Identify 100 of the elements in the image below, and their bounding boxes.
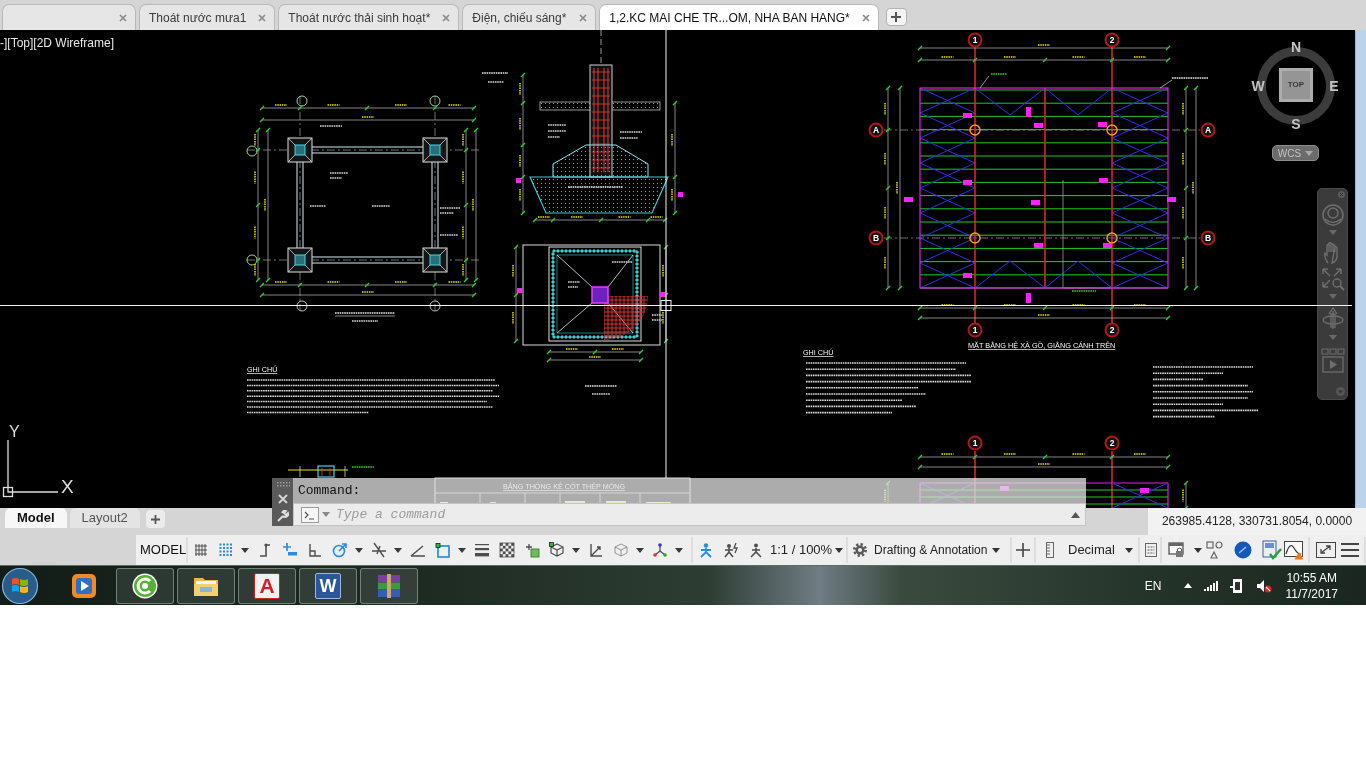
gear-icon[interactable] [852, 542, 868, 558]
grid-icon[interactable] [192, 542, 209, 558]
caret-icon[interactable] [636, 547, 644, 553]
compass-direction[interactable]: W [1251, 79, 1265, 93]
clock-date[interactable]: 11/7/2017 [1285, 585, 1338, 602]
document-tab[interactable]: Điện, chiếu sáng* [462, 4, 597, 30]
viewport-controls[interactable]: -][Top][2D Wireframe] [0, 36, 115, 50]
grip-icon[interactable] [275, 481, 290, 487]
taskbar-button[interactable]: W [299, 567, 357, 604]
figure-bolt-icon[interactable] [722, 542, 739, 558]
axis-label: Y [9, 424, 20, 440]
square-corner-icon[interactable] [434, 542, 451, 558]
caret-icon[interactable] [1124, 547, 1133, 553]
axes-arrow-icon[interactable] [587, 542, 604, 558]
caret-icon[interactable] [1194, 547, 1202, 553]
taskbar-button[interactable] [177, 567, 235, 604]
new-tab-button[interactable] [885, 8, 907, 26]
ucs-axes-icon [2, 438, 60, 500]
taskbar-button[interactable] [360, 567, 418, 604]
clock-time[interactable]: 10:55 AM [1286, 569, 1338, 586]
command-line-field[interactable]: Type a command [293, 503, 1086, 526]
plus-icon[interactable] [1015, 542, 1031, 558]
caret-icon[interactable] [572, 547, 580, 553]
document-tab[interactable]: 1,2.KC MAI CHE TR...OM, NHA BAN HANG* [599, 4, 879, 30]
app-logo: W [315, 572, 341, 599]
list-document-icon[interactable] [1145, 543, 1157, 557]
lineweight-icon[interactable] [473, 542, 490, 558]
workspace-dropdown[interactable]: Drafting & Annotation [874, 541, 1001, 559]
compass-direction[interactable]: N [1290, 40, 1302, 54]
units-dropdown[interactable]: Decimal [1068, 540, 1133, 560]
caret-icon[interactable] [675, 547, 683, 553]
speaker-muted-icon[interactable] [1255, 578, 1272, 593]
plus-bar-icon[interactable] [281, 542, 298, 558]
lock-window-icon[interactable] [1168, 541, 1186, 559]
grid-bubble: 1 [967, 322, 983, 338]
grid-bubble: 1 [967, 32, 983, 48]
ruler-icon[interactable] [1045, 542, 1055, 558]
axis-label: X [61, 477, 74, 496]
close-icon[interactable] [442, 13, 451, 22]
wrench-icon[interactable] [276, 510, 289, 522]
caret-up-icon[interactable] [1183, 583, 1192, 588]
layout-tab[interactable]: Model [5, 508, 67, 528]
play-tile-icon [70, 571, 98, 600]
app-logo: A [254, 572, 280, 599]
plus-icon [150, 514, 160, 524]
layout-tab[interactable]: Layout2 [69, 508, 140, 528]
grid-bubble: 2 [1104, 32, 1120, 48]
grid-bubble: A [868, 122, 884, 138]
grid-bubble: 2 [1104, 435, 1120, 451]
orbit-arrow-icon[interactable] [1320, 305, 1345, 331]
new-layout-button[interactable] [145, 510, 165, 528]
dot-grid-icon[interactable] [217, 542, 234, 558]
fullscreen-icon[interactable] [1316, 542, 1336, 558]
language-indicator[interactable]: EN [1144, 576, 1162, 595]
document-tab[interactable]: Thoát nước mưa1 [139, 4, 276, 30]
plus-icon [891, 12, 902, 22]
right-angle-icon[interactable] [306, 542, 323, 558]
model-space-button[interactable]: MODEL [140, 540, 187, 560]
tripod-axes-icon[interactable] [651, 542, 668, 558]
flag-orb-icon[interactable] [1, 566, 39, 605]
caret-icon[interactable] [835, 547, 844, 553]
slash-circle-icon[interactable] [1234, 541, 1252, 559]
grid-bubble: 2 [1104, 322, 1120, 338]
angle-icon[interactable] [409, 542, 426, 558]
battery-plug-icon[interactable] [1229, 577, 1244, 594]
taskbar-button[interactable]: A [238, 567, 296, 604]
books-icon [375, 571, 403, 600]
menu-icon[interactable] [1341, 542, 1359, 558]
caret-icon[interactable] [394, 547, 402, 553]
command-window-handle[interactable] [272, 478, 293, 526]
caret-icon[interactable] [241, 547, 249, 553]
close-icon[interactable] [119, 13, 127, 22]
grid-bubble: A [1200, 122, 1216, 138]
graph-warning-icon[interactable] [1284, 540, 1304, 560]
close-icon[interactable] [258, 13, 267, 22]
grid-bubble: 1 [967, 435, 983, 451]
shapes-icon[interactable] [1206, 541, 1224, 559]
compass-direction[interactable]: S [1291, 117, 1301, 131]
close-icon[interactable] [861, 13, 870, 22]
annotation-scale-dropdown[interactable]: 1:1 / 100% [770, 540, 844, 560]
command-input[interactable]: Type a command [336, 504, 1068, 525]
caret-icon[interactable] [992, 547, 1001, 553]
caret-icon[interactable] [458, 547, 466, 553]
grid-bubble: B [1200, 230, 1216, 246]
checkerboard-icon[interactable] [498, 542, 515, 558]
taskbar-button[interactable] [116, 567, 174, 604]
close-icon[interactable] [579, 13, 588, 22]
cube-icon[interactable] [548, 542, 565, 558]
signal-bars-icon[interactable] [1203, 580, 1218, 591]
compass-direction[interactable]: E [1329, 79, 1339, 93]
swirl-circle-icon [131, 571, 159, 600]
plus-square-icon[interactable] [523, 542, 540, 558]
arrow-up-icon[interactable] [1071, 511, 1080, 518]
document-tab[interactable]: Thoát nước thải sinh hoạt* [278, 4, 460, 30]
viewcube-top-face[interactable]: TOP [1279, 68, 1313, 102]
document-check-icon[interactable] [1262, 540, 1282, 560]
caret-icon[interactable] [355, 547, 363, 553]
coordinates-display: 263985.4128, 330731.8054, 0.0000 [1148, 506, 1366, 535]
crossed-lines-icon[interactable] [370, 542, 387, 558]
prompt-icon[interactable] [301, 506, 319, 523]
